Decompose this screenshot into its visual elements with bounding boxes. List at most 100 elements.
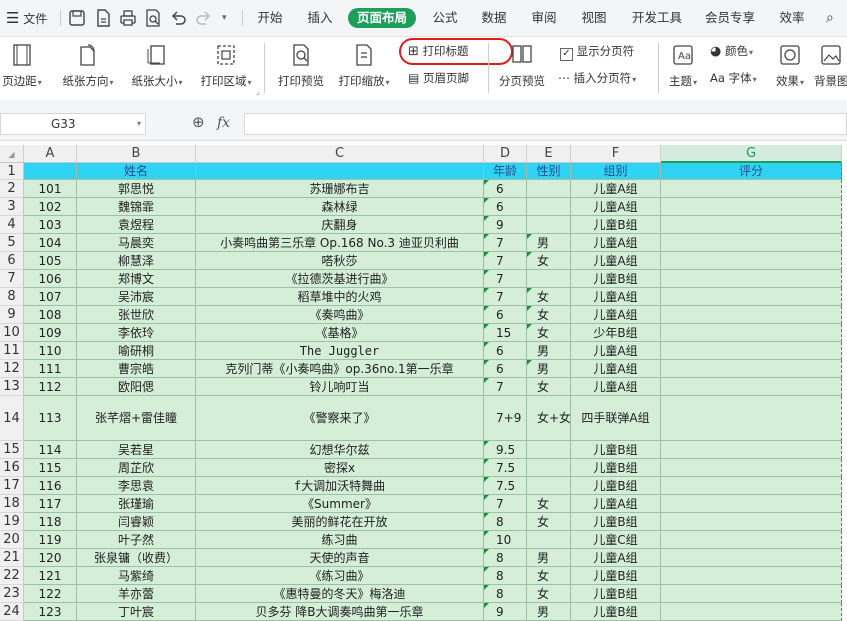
name-box-dropdown-icon[interactable]: ▾ [87,114,141,134]
table-cell[interactable]: 森林绿 [196,198,484,216]
table-cell[interactable]: 练习曲 [196,531,484,549]
fonts-button[interactable]: Aa 字体▾ [710,69,757,87]
table-cell[interactable] [661,603,842,621]
table-cell[interactable]: 幻想华尔兹 [196,441,484,459]
table-cell[interactable]: 110 [24,342,77,360]
table-cell[interactable]: 6 [484,198,527,216]
table-cell[interactable]: 儿童B组 [571,585,661,603]
table-cell[interactable] [661,378,842,396]
formula-input[interactable] [244,113,847,135]
table-cell[interactable]: 《Summer》 [196,495,484,513]
table-cell[interactable]: 欧阳偲 [77,378,196,396]
table-cell[interactable]: 《惠特曼的冬天》梅洛迪 [196,585,484,603]
table-cell[interactable]: 117 [24,495,77,513]
table-cell[interactable]: 儿童A组 [571,180,661,198]
table-cell[interactable]: 8 [484,567,527,585]
table-cell[interactable]: 女 [527,252,571,270]
export-pdf-icon[interactable] [93,8,113,28]
row-header[interactable]: 13 [0,378,24,396]
table-cell[interactable]: 《警察来了》 [196,396,484,441]
table-cell[interactable]: 8 [484,549,527,567]
table-cell[interactable]: 吴若星 [77,441,196,459]
table-cell[interactable]: 8 [484,513,527,531]
column-header-e[interactable]: E [527,145,571,163]
table-cell[interactable] [661,306,842,324]
table-cell[interactable]: f大调加沃特舞曲 [196,477,484,495]
table-cell[interactable]: 《奏鸣曲》 [196,306,484,324]
header-footer-button[interactable]: ▤ 页眉页脚 [408,69,469,87]
quick-access-dropdown-icon[interactable]: ▾ [222,0,227,36]
paper-size-button[interactable]: 纸张大小▾ [127,43,187,89]
table-cell[interactable] [527,531,571,549]
column-header-f[interactable]: F [571,145,661,163]
table-cell[interactable]: 四手联弹A组 [571,396,661,441]
table-cell[interactable]: 张芊熠+雷佳瞳 [77,396,196,441]
header-cell[interactable]: 年龄 [484,163,527,180]
table-cell[interactable]: 121 [24,567,77,585]
table-cell[interactable]: 7 [484,288,527,306]
row-header[interactable]: 22 [0,567,24,585]
row-header[interactable]: 1 [0,163,24,180]
table-cell[interactable] [661,252,842,270]
table-cell[interactable]: 少年B组 [571,324,661,342]
table-cell[interactable]: 101 [24,180,77,198]
table-cell[interactable]: 儿童B组 [571,567,661,585]
table-cell[interactable]: 7 [484,378,527,396]
row-header[interactable]: 5 [0,234,24,252]
insert-page-break-button[interactable]: ⋯ 插入分页符▾ [558,69,636,87]
zoom-formula-icon[interactable]: ⊕ [192,113,205,131]
row-header[interactable]: 8 [0,288,24,306]
row-header[interactable]: 11 [0,342,24,360]
table-cell[interactable]: 123 [24,603,77,621]
table-cell[interactable]: 122 [24,585,77,603]
tab-insert[interactable]: 插入 [302,0,338,36]
row-header[interactable]: 23 [0,585,24,603]
table-cell[interactable]: 张世欣 [77,306,196,324]
row-header[interactable]: 21 [0,549,24,567]
redo-icon[interactable] [194,8,214,28]
table-cell[interactable]: 女 [527,495,571,513]
table-cell[interactable]: 6 [484,180,527,198]
table-cell[interactable]: 袁煜程 [77,216,196,234]
table-cell[interactable]: 张瑾瑜 [77,495,196,513]
header-cell[interactable]: 评分 [661,163,842,180]
table-cell[interactable]: 美丽的鲜花在开放 [196,513,484,531]
save-icon[interactable] [67,8,87,28]
table-cell[interactable]: 柳慧泽 [77,252,196,270]
table-cell[interactable] [527,216,571,234]
tab-developer[interactable]: 开发工具 [627,0,687,36]
table-cell[interactable]: 密探x [196,459,484,477]
search-icon[interactable]: ⌕ [826,0,834,36]
table-cell[interactable]: 女 [527,567,571,585]
table-cell[interactable]: 119 [24,531,77,549]
orientation-button[interactable]: 纸张方向▾ [58,43,118,89]
table-cell[interactable]: 102 [24,198,77,216]
header-cell[interactable]: 姓名 [77,163,196,180]
table-cell[interactable]: 男 [527,234,571,252]
table-cell[interactable] [661,342,842,360]
table-cell[interactable]: 109 [24,324,77,342]
table-cell[interactable] [661,360,842,378]
table-cell[interactable]: 7 [484,252,527,270]
table-cell[interactable] [661,324,842,342]
column-header-b[interactable]: B [77,145,196,163]
table-cell[interactable]: 7.5 [484,459,527,477]
header-cell[interactable]: 性别 [527,163,571,180]
table-cell[interactable]: 李思袁 [77,477,196,495]
table-cell[interactable]: 稻草堆中的火鸡 [196,288,484,306]
table-cell[interactable]: 庆翻身 [196,216,484,234]
table-cell[interactable]: 118 [24,513,77,531]
row-header[interactable]: 18 [0,495,24,513]
table-cell[interactable]: 儿童A组 [571,198,661,216]
margins-button[interactable]: 页边距▾ [0,43,44,89]
table-cell[interactable]: 天使的声音 [196,549,484,567]
print-preview-button[interactable]: 打印预览 [272,43,330,89]
table-cell[interactable]: 李依玲 [77,324,196,342]
table-cell[interactable] [661,288,842,306]
table-cell[interactable]: 女+女 [527,396,571,441]
table-cell[interactable]: 周芷欣 [77,459,196,477]
table-cell[interactable]: 女 [527,585,571,603]
show-page-breaks-checkbox[interactable]: ✓ 显示分页符 [560,42,634,61]
column-header-a[interactable]: A [24,145,77,163]
table-cell[interactable]: 7 [484,234,527,252]
